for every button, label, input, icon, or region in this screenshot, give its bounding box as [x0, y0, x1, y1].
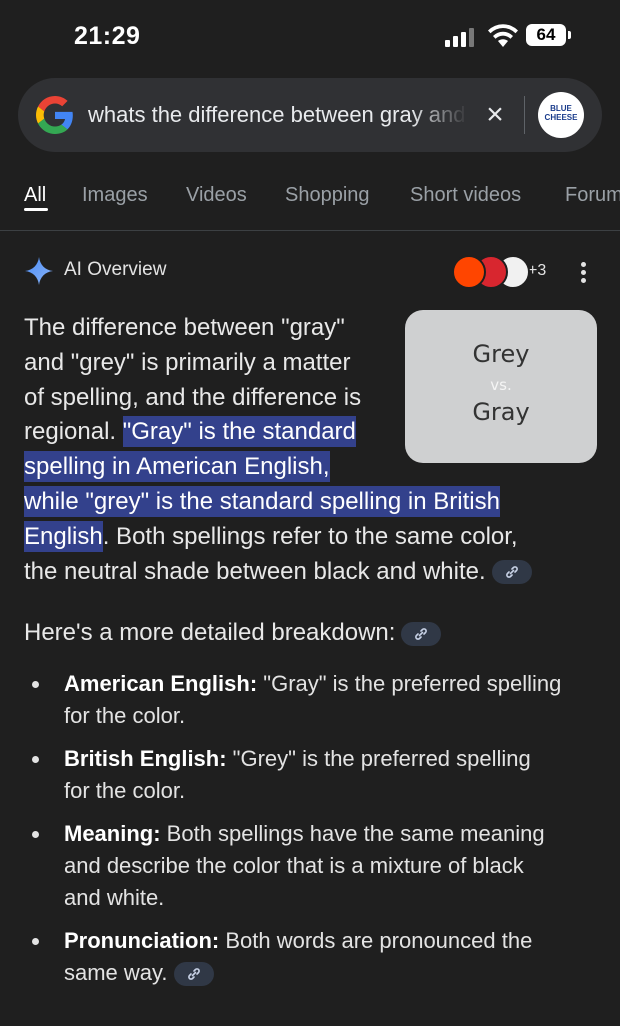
list-item-desc: for the color. — [64, 703, 186, 728]
highlighted-text: spelling in American English, — [24, 451, 330, 483]
avatar-logo-line2: CHEESE — [544, 113, 578, 122]
list-item-text: American English: "Gray" is the preferre… — [64, 668, 614, 732]
highlighted-text: "Gray" is the standard — [122, 416, 356, 448]
avatar[interactable]: BLUE CHEESE — [538, 92, 584, 138]
ai-overview-title: AI Overview — [64, 259, 167, 280]
text-line: spelling in American English, — [24, 450, 604, 485]
sparkle-icon — [25, 257, 53, 285]
tab-short-videos[interactable]: Short videos — [410, 184, 521, 207]
list-item-desc: "Gray" is the preferred spelling — [257, 671, 562, 696]
text-line: The difference between "gray" — [24, 314, 345, 341]
text-span: the neutral shade between black and whit… — [24, 557, 486, 585]
cellular-signal-icon — [445, 27, 477, 47]
link-icon — [187, 968, 200, 981]
text-line: regional. "Gray" is the standard — [24, 415, 604, 450]
battery-indicator: 64 — [526, 24, 566, 46]
bullet — [32, 681, 39, 688]
text-line: English. Both spellings refer to the sam… — [24, 520, 604, 555]
list-item-desc: Both spellings have the same meaning — [160, 821, 545, 846]
list-item-text: British English: "Grey" is the preferred… — [64, 743, 614, 807]
wifi-icon — [488, 24, 518, 47]
close-icon[interactable]: × — [480, 98, 510, 132]
tab-all[interactable]: All — [24, 184, 46, 207]
list-item-term: American English: — [64, 671, 258, 696]
list-item-desc: "Grey" is the preferred spelling — [226, 746, 531, 771]
breakdown-title: Here's a more detailed breakdown: — [24, 619, 396, 646]
text-line: of spelling, and the difference is — [24, 383, 362, 411]
battery-tip — [568, 31, 571, 39]
tab-images[interactable]: Images — [82, 184, 148, 207]
text-span: regional. — [24, 418, 123, 446]
list-item-desc: for the color. — [64, 778, 186, 803]
list-item-text: Meaning: Both spellings have the same me… — [64, 818, 614, 914]
source-icons[interactable] — [452, 255, 532, 289]
divider — [524, 96, 525, 134]
source-link-button[interactable] — [401, 621, 442, 646]
bullet — [32, 938, 39, 945]
list-item-desc: Both words are pronounced the — [219, 928, 533, 953]
tab-videos[interactable]: Videos — [186, 184, 247, 207]
list-item-term: Pronunciation: — [64, 928, 220, 953]
breakdown-heading: Here's a more detailed breakdown: — [24, 619, 442, 647]
list-item-desc: same way. — [64, 960, 168, 985]
status-time: 21:29 — [74, 22, 141, 50]
link-icon — [505, 566, 518, 579]
avatar-logo-line1: BLUE — [550, 104, 572, 113]
tab-forums[interactable]: Forums — [565, 184, 620, 207]
text-line: while "grey" is the standard spelling in… — [24, 485, 604, 520]
ai-overview-text: The difference between "gray" and "grey"… — [24, 311, 604, 589]
bullet — [32, 756, 39, 763]
search-input[interactable]: whats the difference between gray and gr… — [88, 102, 468, 128]
bullet — [32, 831, 39, 838]
list-item-desc: and describe the color that is a mixture… — [64, 853, 524, 878]
divider — [0, 230, 620, 231]
source-link-button[interactable] — [173, 962, 214, 987]
source-link-button[interactable] — [491, 560, 532, 585]
more-sources-count[interactable]: +3 — [528, 262, 546, 280]
search-bar[interactable]: whats the difference between gray and gr… — [18, 78, 602, 152]
list-item-term: Meaning: — [64, 821, 161, 846]
text-line: and "grey" is primarily a matter — [24, 348, 351, 376]
text-line: the neutral shade between black and whit… — [24, 555, 604, 590]
google-g-icon — [36, 96, 73, 134]
list-item-desc: and white. — [64, 885, 165, 910]
highlighted-text: English — [24, 520, 103, 552]
status-bar: 21:29 64 — [0, 0, 620, 70]
text-span: . Both spellings refer to the same color… — [102, 522, 518, 550]
search-tabs: All Images Videos Shopping Short videos … — [0, 176, 620, 230]
reddit-icon — [452, 255, 486, 289]
list-item-text: Pronunciation: Both words are pronounced… — [64, 925, 614, 989]
link-icon — [415, 627, 428, 640]
active-tab-indicator — [24, 208, 48, 211]
tab-shopping[interactable]: Shopping — [285, 184, 370, 207]
more-vert-icon[interactable] — [578, 260, 588, 286]
highlighted-text: while "grey" is the standard spelling in… — [24, 485, 500, 517]
avatar-logo: BLUE CHEESE — [538, 104, 584, 122]
list-item-term: British English: — [64, 746, 227, 771]
